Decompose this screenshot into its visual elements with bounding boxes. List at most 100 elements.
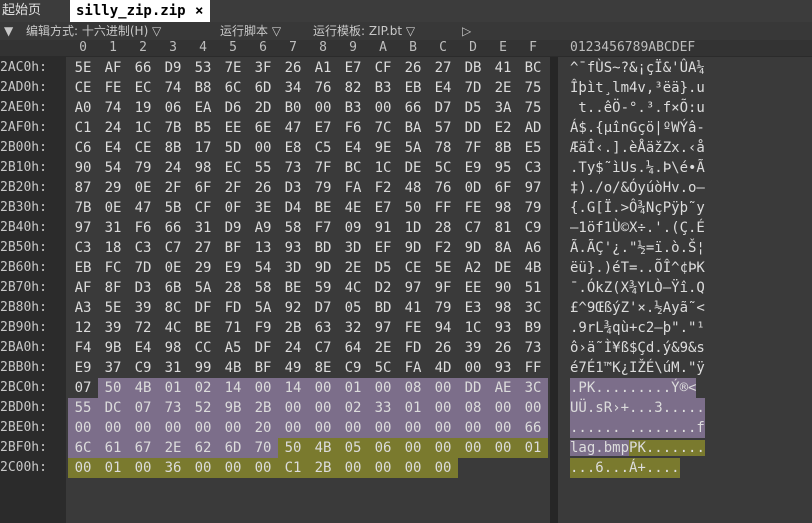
- hex-byte[interactable]: B9: [518, 318, 548, 338]
- hex-byte[interactable]: 41: [488, 58, 518, 78]
- hex-byte[interactable]: 97: [518, 178, 548, 198]
- hex-byte[interactable]: 67: [128, 438, 158, 458]
- hex-byte[interactable]: CF: [368, 58, 398, 78]
- hex-byte[interactable]: C7: [458, 218, 488, 238]
- hex-byte[interactable]: 09: [338, 218, 368, 238]
- hex-byte[interactable]: 24: [98, 118, 128, 138]
- hex-byte[interactable]: CE: [128, 138, 158, 158]
- hex-byte[interactable]: 73: [518, 338, 548, 358]
- hex-byte[interactable]: C6: [68, 138, 98, 158]
- hex-byte[interactable]: DE: [488, 258, 518, 278]
- hex-byte[interactable]: 7C: [368, 118, 398, 138]
- hex-byte[interactable]: 93: [278, 238, 308, 258]
- hex-byte[interactable]: 98: [188, 158, 218, 178]
- hex-byte[interactable]: F9: [248, 318, 278, 338]
- ascii-text[interactable]: ...6...Á+....: [570, 458, 680, 478]
- hex-byte[interactable]: BF: [218, 238, 248, 258]
- hex-byte[interactable]: 53: [188, 58, 218, 78]
- hex-byte[interactable]: C3: [128, 238, 158, 258]
- hex-byte[interactable]: 2E: [158, 438, 188, 458]
- hex-byte[interactable]: D3: [278, 178, 308, 198]
- hex-byte[interactable]: 2F: [158, 178, 188, 198]
- hex-byte[interactable]: 24: [158, 158, 188, 178]
- hex-byte[interactable]: DC: [98, 398, 128, 418]
- hex-byte[interactable]: 3D: [278, 258, 308, 278]
- hex-byte[interactable]: 0E: [98, 198, 128, 218]
- hex-byte[interactable]: 7D: [458, 78, 488, 98]
- hex-byte[interactable]: 08: [398, 378, 428, 398]
- hex-byte[interactable]: F7: [308, 218, 338, 238]
- hex-byte[interactable]: 4B: [308, 438, 338, 458]
- hex-byte[interactable]: 3D: [338, 238, 368, 258]
- hex-byte[interactable]: 8A: [488, 238, 518, 258]
- hex-byte[interactable]: 00: [488, 398, 518, 418]
- ascii-text[interactable]: ëü}.)éT=..ÕÎ^¢ÞK: [570, 258, 705, 278]
- hex-byte[interactable]: D9: [158, 58, 188, 78]
- hex-byte[interactable]: E7: [368, 198, 398, 218]
- hex-byte[interactable]: F6: [338, 118, 368, 138]
- ascii-text[interactable]: .Ty$˜ìUs.¼.Þ\é•Ã: [570, 158, 705, 178]
- hex-byte[interactable]: 98: [488, 298, 518, 318]
- hex-byte[interactable]: FA: [338, 178, 368, 198]
- hex-byte[interactable]: 2D: [248, 98, 278, 118]
- hex-byte[interactable]: 95: [488, 158, 518, 178]
- hex-byte[interactable]: D3: [128, 278, 158, 298]
- hex-byte[interactable]: 9D: [398, 238, 428, 258]
- hex-byte[interactable]: 00: [98, 418, 128, 438]
- hex-byte[interactable]: 71: [218, 318, 248, 338]
- hex-byte[interactable]: 07: [68, 378, 98, 398]
- hex-byte[interactable]: 00: [188, 418, 218, 438]
- hex-byte[interactable]: 54: [248, 258, 278, 278]
- run-template-play-icon[interactable]: ▷: [462, 23, 471, 39]
- hex-byte[interactable]: 00: [308, 398, 338, 418]
- hex-byte[interactable]: 57: [428, 118, 458, 138]
- hex-byte[interactable]: 97: [68, 218, 98, 238]
- hex-byte[interactable]: 61: [98, 438, 128, 458]
- ascii-text[interactable]: é7É1™K¿IŽÉ\úM."ÿ: [570, 358, 705, 378]
- hex-byte[interactable]: 8F: [98, 278, 128, 298]
- hex-byte[interactable]: FD: [218, 298, 248, 318]
- hex-byte[interactable]: 28: [218, 278, 248, 298]
- ascii-text[interactable]: {.G[Ï.>Ô¾NçPÿþ˜y: [570, 198, 705, 218]
- hex-byte[interactable]: 9B: [98, 338, 128, 358]
- hex-byte[interactable]: CC: [188, 338, 218, 358]
- hex-byte[interactable]: FE: [98, 78, 128, 98]
- hex-byte[interactable]: A2: [458, 258, 488, 278]
- hex-byte[interactable]: 36: [158, 458, 188, 478]
- hex-byte[interactable]: 52: [188, 398, 218, 418]
- hex-byte[interactable]: 00: [188, 458, 218, 478]
- hex-byte[interactable]: 78: [428, 138, 458, 158]
- hex-byte[interactable]: 7B: [68, 198, 98, 218]
- hex-byte[interactable]: 7E: [218, 58, 248, 78]
- ascii-text[interactable]: Á$.{µînGçö|ºWÝâ-: [570, 118, 705, 138]
- hex-byte[interactable]: E3: [458, 298, 488, 318]
- hex-byte[interactable]: 07: [128, 398, 158, 418]
- ascii-text[interactable]: ...... ........f: [570, 418, 705, 438]
- hex-byte[interactable]: F6: [128, 218, 158, 238]
- hex-byte[interactable]: 5E: [68, 58, 98, 78]
- hex-byte[interactable]: C5: [308, 138, 338, 158]
- hex-byte[interactable]: C3: [68, 238, 98, 258]
- hex-byte[interactable]: 17: [188, 138, 218, 158]
- hex-byte[interactable]: C7: [308, 338, 338, 358]
- hex-byte[interactable]: 93: [488, 318, 518, 338]
- hex-byte[interactable]: DD: [458, 378, 488, 398]
- hex-byte[interactable]: 2E: [488, 78, 518, 98]
- hex-byte[interactable]: A0: [68, 98, 98, 118]
- hex-byte[interactable]: 00: [518, 398, 548, 418]
- hex-byte[interactable]: 26: [248, 178, 278, 198]
- edit-mode-dropdown[interactable]: 编辑方式: 十六进制(H) ▽: [26, 23, 161, 39]
- hex-byte[interactable]: 00: [428, 418, 458, 438]
- hex-byte[interactable]: E5: [518, 138, 548, 158]
- hex-byte[interactable]: B0: [278, 98, 308, 118]
- hex-byte[interactable]: E9: [68, 358, 98, 378]
- hex-byte[interactable]: 27: [428, 58, 458, 78]
- hex-byte[interactable]: 00: [68, 418, 98, 438]
- hex-byte[interactable]: D9: [218, 218, 248, 238]
- hex-byte[interactable]: 00: [308, 98, 338, 118]
- hex-byte[interactable]: EC: [218, 158, 248, 178]
- hex-byte[interactable]: BD: [308, 238, 338, 258]
- hex-byte[interactable]: CF: [188, 198, 218, 218]
- hex-byte[interactable]: B3: [368, 78, 398, 98]
- run-script-dropdown[interactable]: 运行脚本 ▽: [220, 23, 281, 39]
